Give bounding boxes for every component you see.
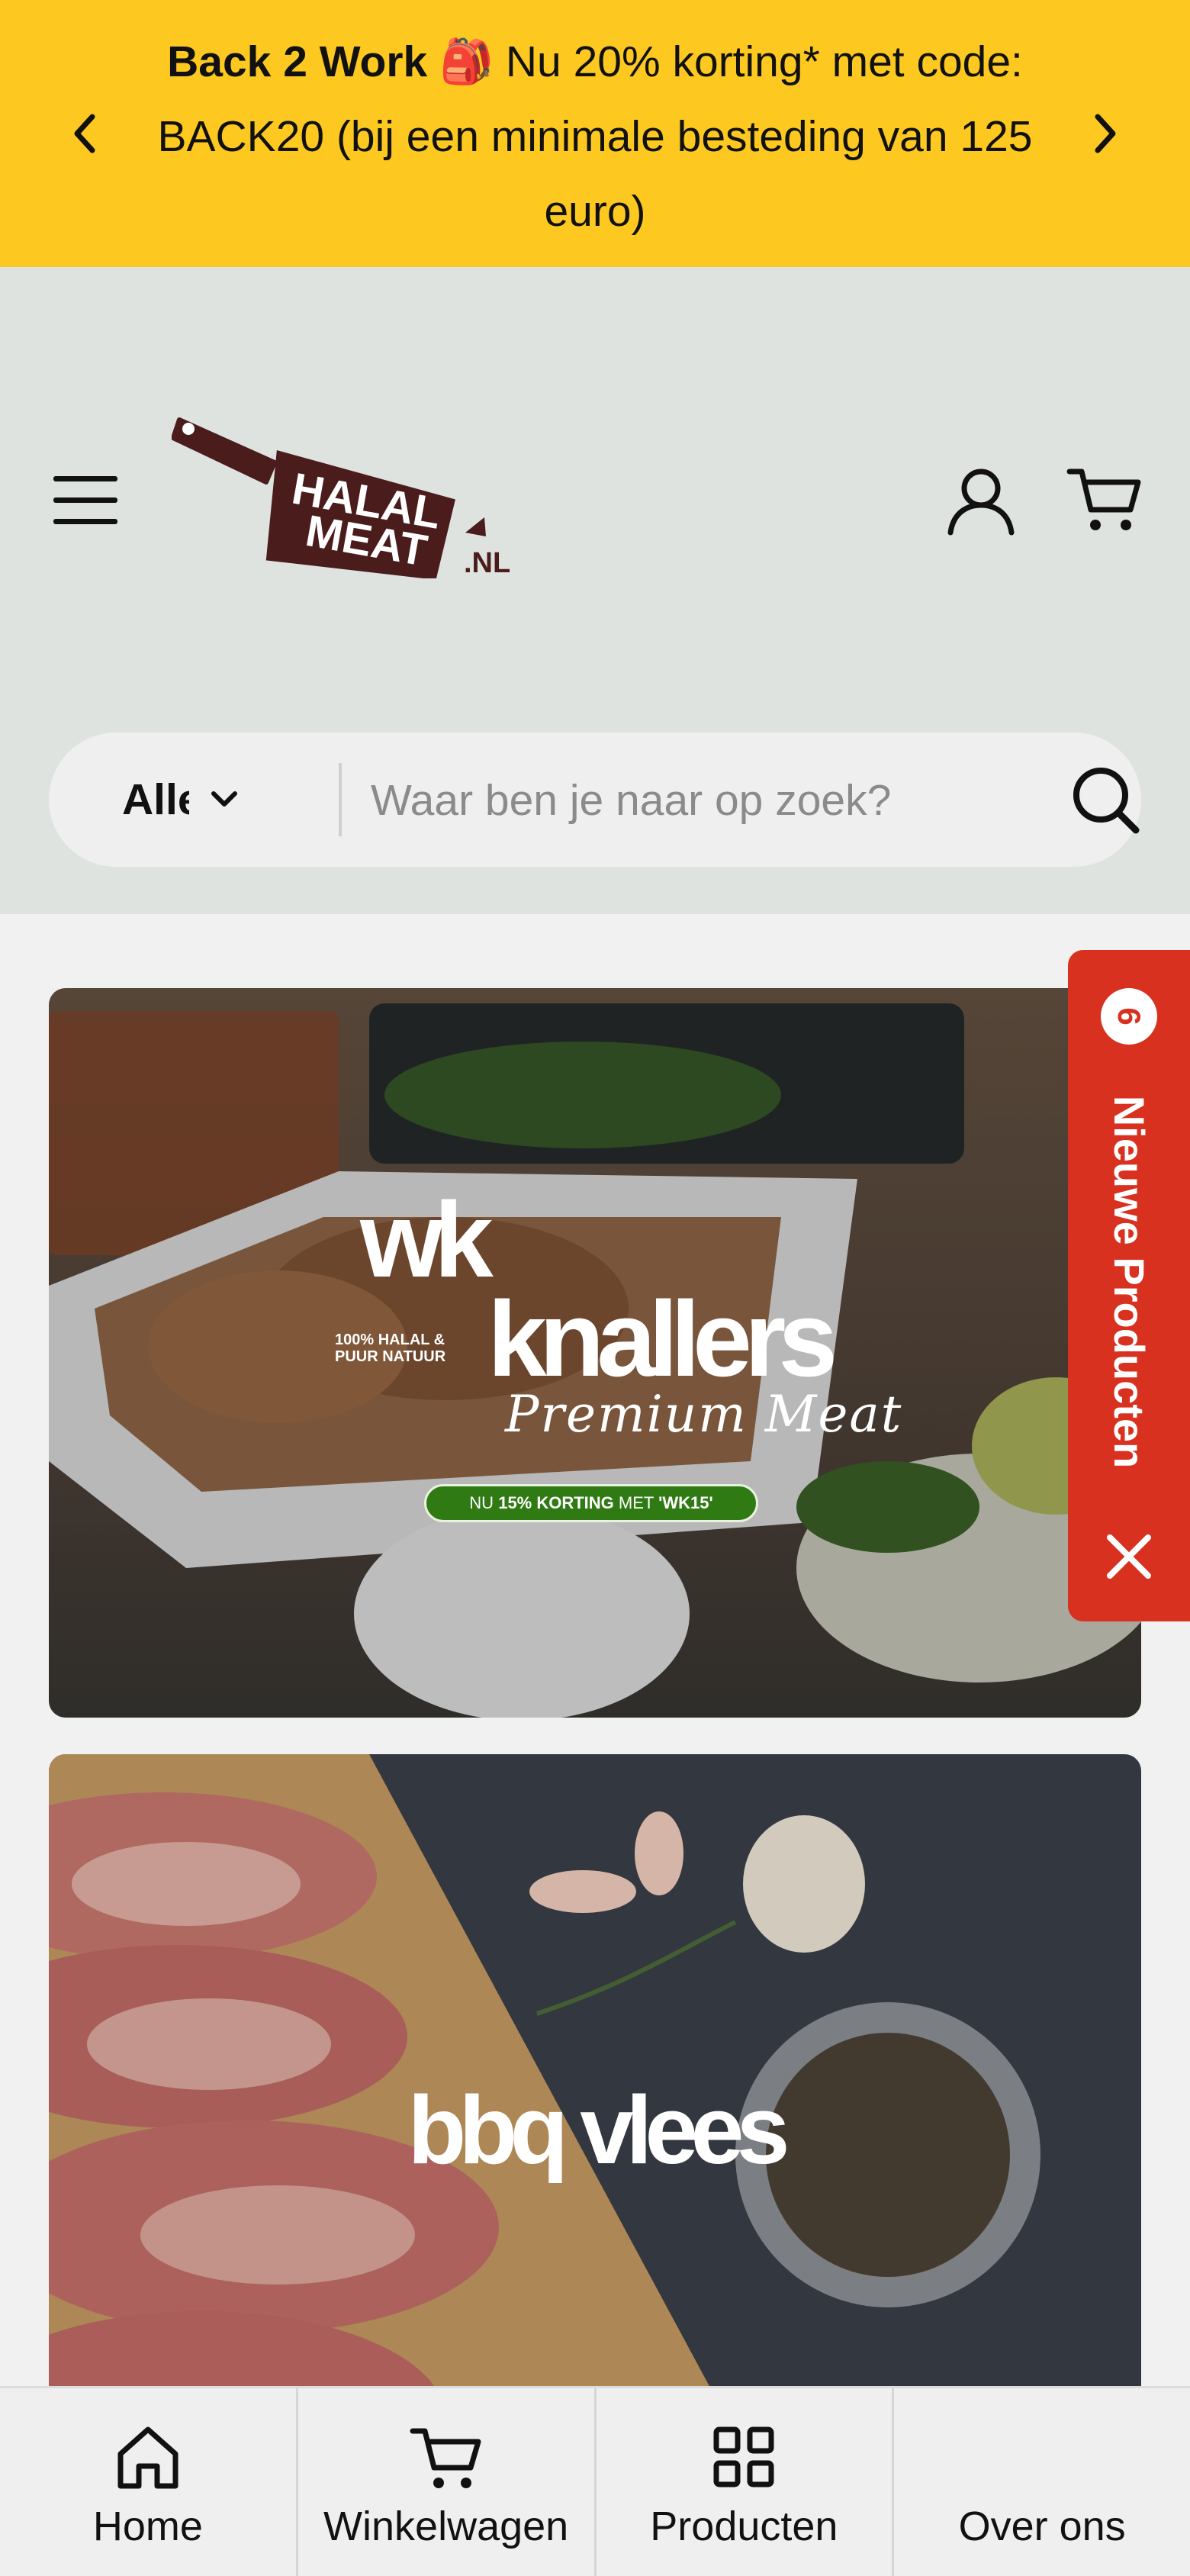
search-category-select[interactable]: Alle [122, 733, 282, 867]
nav-home-label: Home [92, 2504, 203, 2549]
close-icon [1107, 1534, 1151, 1579]
menu-line [53, 519, 117, 524]
site-logo[interactable]: HALAL MEAT .NL [171, 403, 515, 580]
menu-line [53, 497, 117, 503]
cart-icon [1066, 469, 1141, 530]
wk-title-line2: knallers [487, 1279, 838, 1399]
chevron-left-icon [74, 114, 95, 153]
new-products-label-wrap: Nieuwe Producten [1068, 1072, 1190, 1492]
search-button[interactable] [1067, 762, 1143, 838]
promo-mid: MET [618, 1493, 654, 1512]
announcement-next-arrow[interactable] [1083, 107, 1129, 160]
new-products-tab[interactable]: 6 Nieuwe Producten [1068, 950, 1190, 1621]
search-divider [339, 763, 342, 836]
nav-about-label: Over ons [958, 2504, 1126, 2549]
promo-pre: NU [469, 1493, 494, 1512]
nav-home[interactable]: Home [0, 2388, 298, 2576]
wk-script-text: Premium Meat [505, 1385, 903, 1444]
nav-products[interactable]: Producten [597, 2388, 895, 2576]
bottom-navigation: Home Winkelwagen Producten Over ons [0, 2386, 1190, 2576]
new-products-close-button[interactable] [1102, 1530, 1156, 1583]
wk-title-line1: wk [360, 1180, 494, 1299]
search-bar: Alle [49, 733, 1141, 867]
cart-button[interactable] [1066, 465, 1143, 536]
cleaver-logo-graphic: HALAL MEAT .NL [171, 417, 510, 580]
grid-icon [713, 2426, 774, 2487]
account-button[interactable] [946, 465, 1016, 536]
wk-promo-pill: NU 15% KORTING MET 'WK15' [424, 1484, 758, 1522]
chevron-right-icon [1095, 114, 1116, 153]
nav-cart-label: Winkelwagen [323, 2504, 569, 2549]
search-input[interactable] [369, 755, 1044, 845]
promo-code: 'WK15' [658, 1493, 713, 1512]
announcement-bar: Back 2 Work 🎒 Nu 20% korting* met code: … [0, 0, 1190, 267]
chevron-down-icon [211, 791, 237, 807]
announcement-bold: Back 2 Work [167, 37, 428, 86]
user-icon [947, 469, 1015, 536]
logo-suffix: .NL [464, 547, 510, 578]
nav-products-label: Producten [650, 2504, 838, 2549]
new-products-count: 6 [1101, 988, 1157, 1045]
announcement-prev-arrow[interactable] [61, 107, 107, 160]
nav-about[interactable]: Over ons [894, 2388, 1190, 2576]
announcement-message: Back 2 Work 🎒 Nu 20% korting* met code: … [130, 24, 1060, 249]
search-icon [1073, 768, 1140, 834]
cart-icon [410, 2428, 481, 2488]
wk-halal-line: 100% HALAL & PUUR NATUUR [335, 1331, 446, 1365]
menu-button[interactable] [53, 472, 117, 530]
search-category-value: Alle [122, 775, 189, 824]
wk-knallers-banner[interactable]: wk 100% HALAL & PUUR NATUUR knallers Pre… [49, 988, 1141, 1718]
new-products-label: Nieuwe Producten [1105, 1095, 1153, 1469]
nav-cart[interactable]: Winkelwagen [298, 2388, 597, 2576]
promo-bold: 15% KORTING [498, 1493, 614, 1512]
site-header: HALAL MEAT .NL Alle [0, 267, 1190, 914]
home-icon [117, 2426, 178, 2489]
bbq-title: bbq vlees [407, 2076, 790, 2184]
announcement-emoji: 🎒 [439, 37, 494, 86]
menu-line [53, 476, 117, 481]
